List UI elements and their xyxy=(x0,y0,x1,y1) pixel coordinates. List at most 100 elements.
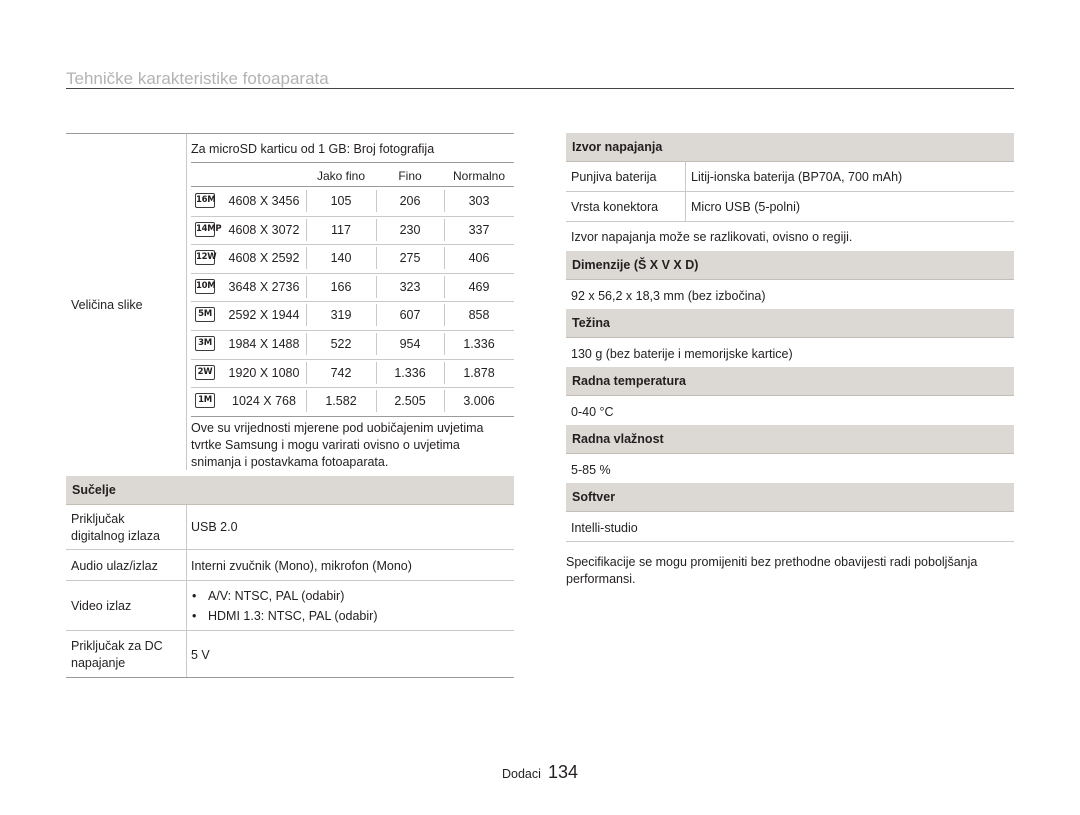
resolution-value: 4608 X 2592 xyxy=(228,251,300,265)
humidity-section-header: Radna vlažnost xyxy=(566,425,1014,454)
digital-out-label-1: Priključak xyxy=(71,512,125,526)
count-normal: 858 xyxy=(468,308,490,322)
count-superfine: 166 xyxy=(330,280,352,294)
power-section-header: Izvor napajanja xyxy=(566,133,1014,162)
table-bottom-rule xyxy=(191,416,514,417)
page-number: 134 xyxy=(548,762,579,782)
count-fine: 954 xyxy=(399,337,421,351)
cell-divider xyxy=(444,390,445,412)
temperature-value: 0-40 °C xyxy=(571,405,614,419)
footnote-line-3: snimanja i postavkama fotoaparata. xyxy=(191,455,389,469)
footnote-line-1: Ove su vrijednosti mjerene pod uobičajen… xyxy=(191,421,484,435)
count-normal: 469 xyxy=(468,280,490,294)
interface-column-divider xyxy=(186,505,187,677)
cell-divider xyxy=(376,362,377,384)
cell-divider xyxy=(306,304,307,326)
column-header-rule xyxy=(191,186,514,187)
title-rule xyxy=(66,88,1014,89)
count-fine: 206 xyxy=(399,194,421,208)
row-rule xyxy=(191,301,514,302)
count-normal: 303 xyxy=(468,194,490,208)
count-superfine: 522 xyxy=(330,337,352,351)
digital-out-value: USB 2.0 xyxy=(191,520,238,534)
dc-label-1: Priključak za DC xyxy=(71,639,163,653)
connector-value: Micro USB (5-polni) xyxy=(691,200,801,214)
resolution-value: 1984 X 1488 xyxy=(228,337,300,351)
power-column-divider xyxy=(685,162,686,222)
count-superfine: 117 xyxy=(331,223,351,237)
interface-section-header: Sučelje xyxy=(66,476,514,505)
count-superfine: 1.582 xyxy=(325,394,357,408)
temperature-heading: Radna temperatura xyxy=(572,374,686,388)
dc-value: 5 V xyxy=(191,648,210,662)
resolution-16m-icon: 16M xyxy=(195,193,216,208)
count-superfine: 742 xyxy=(330,366,352,380)
resolution-5m-icon: 5M xyxy=(195,307,215,322)
disclaimer-line-1: Specifikacije se mogu promijeniti bez pr… xyxy=(566,555,978,569)
column-header-fine: Fino xyxy=(398,169,422,183)
cell-divider xyxy=(444,247,445,269)
resolution-14m-wide-icon: 14MP xyxy=(195,222,222,237)
row-rule xyxy=(566,541,1014,542)
disclaimer-line-2: performansi. xyxy=(566,572,636,586)
cell-divider xyxy=(444,304,445,326)
label-column-divider xyxy=(186,134,187,470)
count-fine: 230 xyxy=(399,223,421,237)
count-normal: 3.006 xyxy=(463,394,495,408)
weight-heading: Težina xyxy=(572,316,610,330)
count-normal: 337 xyxy=(468,223,490,237)
humidity-heading: Radna vlažnost xyxy=(572,432,664,446)
cell-divider xyxy=(376,276,377,298)
note-rule xyxy=(191,162,514,163)
row-rule xyxy=(191,359,514,360)
cell-divider xyxy=(306,190,307,212)
count-fine: 1.336 xyxy=(394,366,426,380)
power-heading: Izvor napajanja xyxy=(572,140,663,154)
row-rule xyxy=(191,387,514,388)
row-rule xyxy=(66,630,514,631)
row-rule xyxy=(66,580,514,581)
count-fine: 2.505 xyxy=(394,394,426,408)
row-rule xyxy=(191,273,514,274)
resolution-value: 1920 X 1080 xyxy=(228,366,300,380)
row-rule xyxy=(566,191,1014,192)
cell-divider xyxy=(376,390,377,412)
dc-label-2: napajanje xyxy=(71,656,126,670)
cell-divider xyxy=(306,247,307,269)
table-end-rule xyxy=(66,677,514,678)
weight-value: 130 g (bez baterije i memorijske kartice… xyxy=(571,347,793,361)
resolution-value: 4608 X 3072 xyxy=(228,223,300,237)
cell-divider xyxy=(376,219,377,241)
bullet-2: • xyxy=(192,609,197,623)
resolution-2m-wide-icon: 2W xyxy=(195,365,215,380)
count-fine: 323 xyxy=(399,280,421,294)
video-value-1: A/V: NTSC, PAL (odabir) xyxy=(208,589,345,603)
audio-value: Interni zvučnik (Mono), mikrofon (Mono) xyxy=(191,559,412,573)
cell-divider xyxy=(306,219,307,241)
count-superfine: 105 xyxy=(330,194,352,208)
cell-divider xyxy=(444,276,445,298)
dimensions-section-header: Dimenzije (Š X V X D) xyxy=(566,251,1014,280)
cell-divider xyxy=(306,333,307,355)
cell-divider xyxy=(306,276,307,298)
dimensions-value: 92 x 56,2 x 18,3 mm (bez izbočina) xyxy=(571,289,766,303)
humidity-value: 5-85 % xyxy=(571,463,611,477)
video-label: Video izlaz xyxy=(71,599,132,613)
footer-section-name: Dodaci xyxy=(502,767,541,781)
row-rule xyxy=(66,549,514,550)
software-heading: Softver xyxy=(572,490,616,504)
cell-divider xyxy=(376,304,377,326)
count-superfine: 140 xyxy=(330,251,352,265)
count-normal: 1.878 xyxy=(463,366,495,380)
software-value: Intelli-studio xyxy=(571,521,638,535)
count-fine: 275 xyxy=(399,251,421,265)
dimensions-heading: Dimenzije (Š X V X D) xyxy=(572,258,699,272)
footnote-line-2: tvrtke Samsung i mogu varirati ovisno o … xyxy=(191,438,460,452)
resolution-value: 4608 X 3456 xyxy=(228,194,300,208)
cell-divider xyxy=(376,190,377,212)
resolution-10m-icon: 10M xyxy=(195,279,216,294)
column-header-normal: Normalno xyxy=(452,169,506,183)
resolution-12m-wide-icon: 12W xyxy=(195,250,217,265)
count-normal: 1.336 xyxy=(463,337,495,351)
count-superfine: 319 xyxy=(330,308,352,322)
